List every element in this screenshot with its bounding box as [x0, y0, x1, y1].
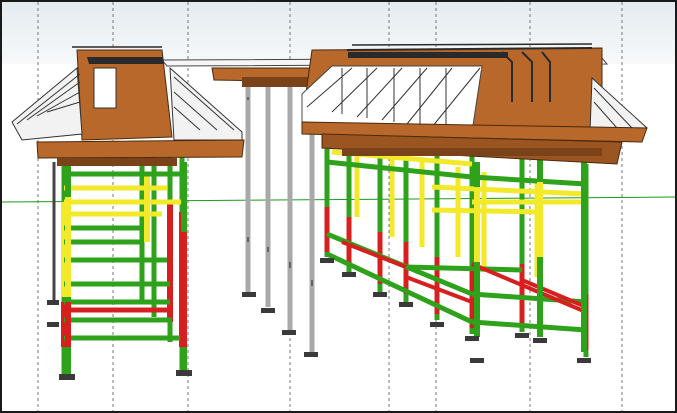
right-beam-formwork: [301, 47, 648, 165]
beam-formwork-with-truss-supports[interactable]: [11, 43, 648, 166]
3d-model-viewport[interactable]: [0, 0, 677, 413]
scaffolding-scene: [2, 2, 675, 411]
